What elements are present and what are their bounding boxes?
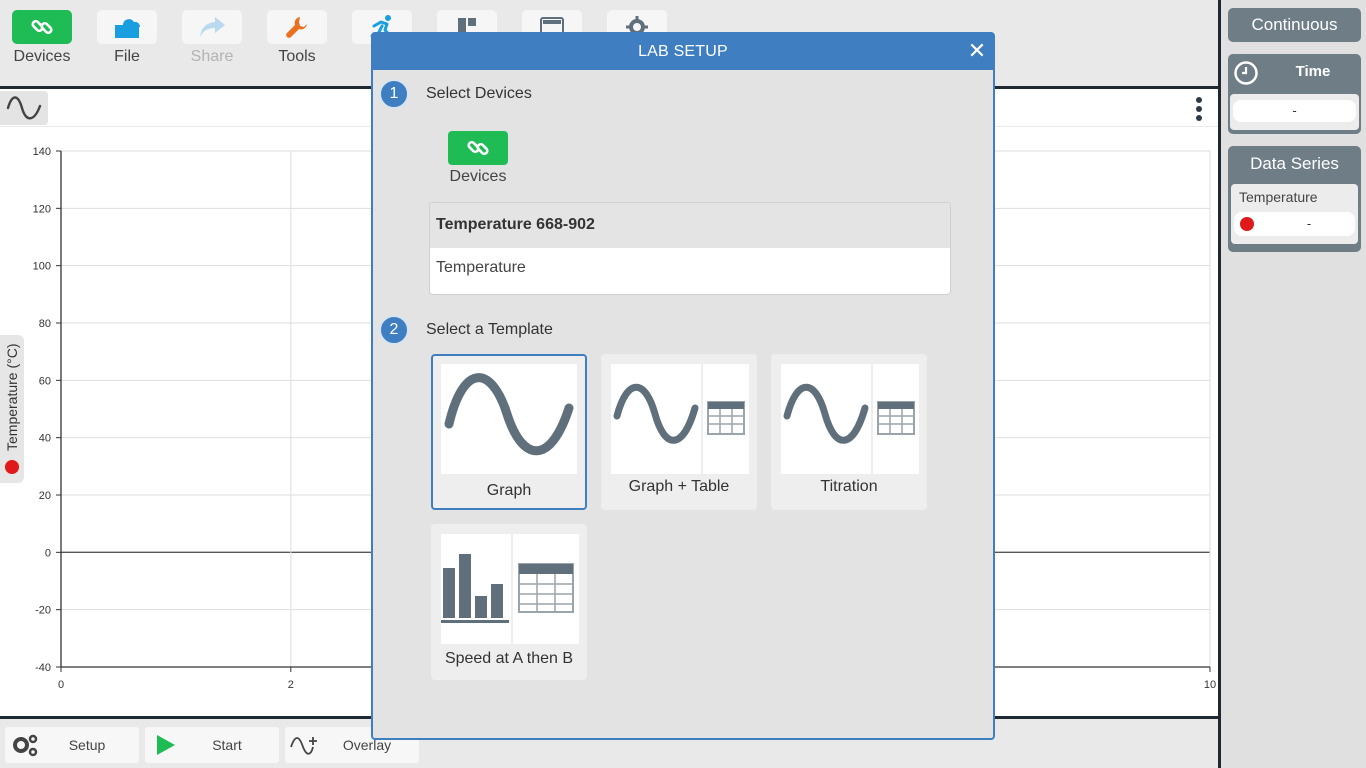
step-2-badge: 2: [379, 315, 409, 345]
series-color-dot: [5, 460, 19, 474]
graph-template-icon: [441, 364, 577, 474]
template-graph-label: Graph: [486, 482, 532, 499]
collection-mode-button[interactable]: Continuous: [1228, 8, 1361, 42]
time-meter-label: Time: [1295, 63, 1331, 80]
gears-icon: [5, 727, 45, 763]
right-panel: Continuous Time - Data Series Temperatur…: [1221, 0, 1366, 768]
series-color-dot: [1240, 217, 1254, 231]
series-name: Temperature: [1239, 189, 1318, 205]
overlay-wave-icon: [285, 727, 325, 763]
step-1-badge: 1: [379, 79, 409, 109]
device-list: Temperature 668-902 Temperature: [429, 202, 951, 295]
devices-button[interactable]: Devices: [11, 10, 73, 66]
y-tick-label: 40: [39, 433, 51, 445]
step-2-title: Select a Template: [426, 321, 553, 338]
start-button[interactable]: Start: [145, 727, 279, 763]
lab-setup-dialog: LAB SETUP ✕ 1 Select Devices Devices Tem…: [371, 32, 995, 740]
titration-template-icon: [781, 364, 919, 474]
wrench-icon: [267, 10, 327, 44]
time-meter[interactable]: Time -: [1228, 54, 1361, 134]
devices-button-label: Devices: [13, 48, 71, 65]
graph-view-tab[interactable]: [0, 91, 48, 125]
setup-button[interactable]: Setup: [5, 727, 139, 763]
template-speed-a-b[interactable]: Speed at A then B: [431, 524, 587, 680]
devices-connect-button[interactable]: [448, 131, 508, 165]
data-series-title: Data Series: [1250, 154, 1339, 173]
y-tick-label: -20: [35, 605, 51, 617]
x-tick-label: 2: [288, 679, 294, 691]
template-speed-a-b-label: Speed at A then B: [444, 650, 574, 667]
file-button-label: File: [114, 48, 140, 65]
dialog-header: LAB SETUP ✕: [373, 34, 993, 70]
graph-table-template-icon: [611, 364, 749, 474]
share-button-label: Share: [190, 48, 234, 65]
setup-button-label: Setup: [68, 737, 106, 753]
y-tick-label: 20: [39, 490, 51, 502]
devices-connect-label: Devices: [449, 168, 507, 185]
link-icon: [467, 140, 489, 156]
data-series-panel: Data Series Temperature -: [1228, 146, 1361, 252]
share-icon: [182, 10, 242, 44]
y-tick-label: 120: [33, 203, 51, 215]
template-graph[interactable]: Graph: [431, 354, 587, 510]
x-tick-label: 0: [58, 679, 64, 691]
clock-icon: [1234, 61, 1258, 85]
y-tick-label: 80: [39, 318, 51, 330]
y-tick-label: 140: [33, 146, 51, 158]
start-button-label: Start: [212, 737, 242, 753]
sensor-channel-item[interactable]: Temperature: [436, 259, 526, 277]
link-icon: [12, 10, 72, 44]
tools-button-label: Tools: [278, 48, 316, 65]
template-graph-table[interactable]: Graph + Table: [601, 354, 757, 510]
x-tick-label: 10: [1204, 679, 1216, 691]
tools-button[interactable]: Tools: [266, 10, 328, 66]
sine-wave-icon: [6, 96, 42, 120]
dialog-title: LAB SETUP: [638, 43, 728, 60]
series-value: -: [1306, 216, 1312, 231]
cloud-folder-icon: [97, 10, 157, 44]
device-item[interactable]: Temperature 668-902: [430, 203, 950, 248]
step-1-title: Select Devices: [426, 85, 532, 102]
speed-template-icon: [441, 534, 579, 644]
y-axis-label: Temperature (°C): [4, 343, 20, 451]
y-tick-label: 100: [33, 261, 51, 273]
temperature-series-card[interactable]: Temperature -: [1231, 184, 1358, 244]
template-titration[interactable]: Titration: [771, 354, 927, 510]
play-icon: [145, 727, 185, 763]
share-button[interactable]: Share: [181, 10, 243, 66]
y-tick-label: -40: [35, 662, 51, 674]
template-titration-label: Titration: [820, 478, 878, 495]
y-tick-label: 60: [39, 375, 51, 387]
y-tick-label: 0: [45, 547, 51, 559]
time-meter-value: -: [1233, 100, 1356, 122]
file-button[interactable]: File: [96, 10, 158, 66]
graph-options-menu[interactable]: [1190, 94, 1208, 124]
close-icon[interactable]: ✕: [965, 38, 989, 64]
template-graph-table-label: Graph + Table: [628, 478, 730, 495]
